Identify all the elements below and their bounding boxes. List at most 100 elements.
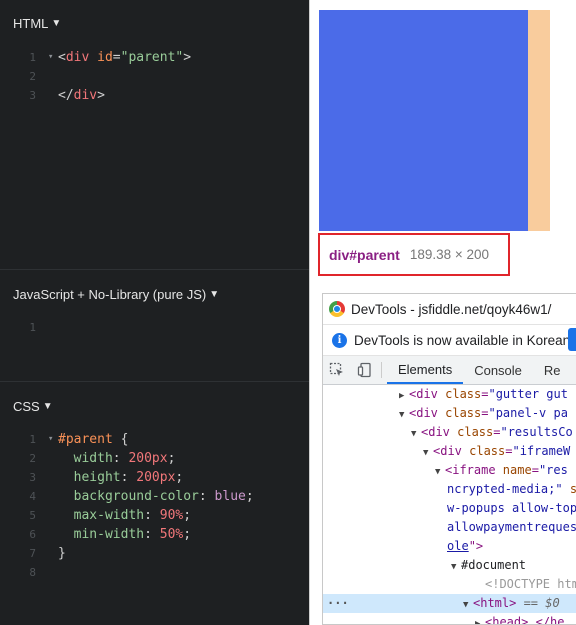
devtools-window: DevTools - jsfiddle.net/qoyk46w1/ i DevT… — [322, 293, 576, 625]
devtools-infobar: i DevTools is now available in Korean! — [323, 325, 576, 356]
js-panel-header[interactable]: JavaScript + No-Library (pure JS) ▼ — [13, 287, 219, 303]
dom-token: s — [562, 482, 576, 496]
devtools-titlebar[interactable]: DevTools - jsfiddle.net/qoyk46w1/ — [323, 294, 576, 325]
dom-token: <html> — [473, 596, 517, 610]
js-panel-title: JavaScript + No-Library (pure JS) — [13, 287, 207, 302]
code-token: id — [97, 50, 113, 65]
html-panel-header[interactable]: HTML ▼ — [13, 16, 61, 32]
code-token: ; — [175, 470, 184, 485]
code-line[interactable]: 1 — [0, 318, 309, 337]
js-code-editor[interactable]: 1 — [0, 318, 309, 337]
dom-node[interactable]: w-popups allow-top — [323, 499, 576, 518]
code-line[interactable]: 7} — [0, 544, 309, 563]
line-number: 1 — [29, 51, 36, 64]
dom-node[interactable]: ▼ <div class="iframeW — [323, 442, 576, 461]
dom-node[interactable]: ▼ <div class="panel-v pa — [323, 404, 576, 423]
html-panel-title: HTML — [13, 16, 49, 31]
line-number: 6 — [29, 528, 36, 541]
line-number: 3 — [29, 89, 36, 102]
css-code-editor[interactable]: 1 ▾ #parent {2 width: 200px; 3 height: 200p… — [0, 430, 309, 582]
html-code-editor[interactable]: 1 ▾ < div id = "parent" >2 3 </div > — [0, 48, 309, 105]
code-token: </ — [58, 88, 74, 103]
dom-token: <!DOCTYPE htm — [485, 577, 576, 591]
dom-node[interactable]: <!DOCTYPE htm — [323, 575, 576, 594]
code-line[interactable]: 3 </div > — [0, 86, 309, 105]
dom-node[interactable]: ▼ #document — [323, 556, 576, 575]
tooltip-size: 189.38 × 200 — [409, 247, 490, 262]
infobar-action-button[interactable] — [568, 328, 576, 351]
dom-token: "gutter gut — [488, 387, 568, 401]
dom-node[interactable]: allowpaymentreques — [323, 518, 576, 537]
code-line[interactable]: 4 background-color: blue; — [0, 487, 309, 506]
line-number: 8 — [29, 566, 36, 579]
expand-right-icon[interactable]: ▶ — [475, 615, 485, 624]
elements-dom-tree[interactable]: ▶ <div class="gutter gut ▼ <div class="pane… — [323, 385, 576, 625]
element-inspect-tooltip: div#parent 189.38 × 200 — [318, 233, 510, 276]
code-token: blue — [214, 489, 246, 504]
dom-token: "iframeW — [512, 444, 571, 458]
line-number: 1 — [29, 433, 36, 446]
code-line[interactable]: 1 ▾ < div id = "parent" > — [0, 48, 309, 67]
code-token: ; — [183, 527, 192, 542]
code-token: 50% — [159, 527, 184, 542]
code-token: : — [112, 451, 129, 466]
code-token: : — [144, 508, 160, 523]
caret-down-icon[interactable]: ▼ — [43, 399, 53, 415]
code-token: min-width — [73, 527, 145, 542]
css-panel-header[interactable]: CSS ▼ — [13, 399, 53, 415]
tab-recorder[interactable]: Re — [533, 356, 572, 384]
dom-token: class — [445, 387, 482, 401]
code-line[interactable]: 8 — [0, 563, 309, 582]
dom-node[interactable]: ▶ <div class="gutter gut — [323, 385, 576, 404]
fold-arrow-icon[interactable]: ▾ — [48, 430, 58, 449]
code-line[interactable]: 2 — [0, 67, 309, 86]
dom-node-selected[interactable]: ··· ▼ <html> == $0 — [323, 594, 576, 613]
line-number: 7 — [29, 547, 36, 560]
dom-node[interactable]: ▶ <head>…</he — [323, 613, 576, 625]
code-line[interactable]: 6 min-width: 50%; — [0, 525, 309, 544]
dom-node[interactable]: ole"> — [323, 537, 576, 556]
code-token: : — [144, 527, 160, 542]
css-panel-title: CSS — [13, 399, 40, 414]
code-token: ; — [245, 489, 254, 504]
parent-div-margin-overlay — [528, 10, 550, 231]
fold-gutter — [48, 67, 58, 86]
dom-token: <div — [421, 425, 458, 439]
dom-node[interactable]: ▼ <iframe name="res — [323, 461, 576, 480]
code-line[interactable]: 1 ▾ #parent { — [0, 430, 309, 449]
info-icon: i — [332, 332, 347, 348]
dom-token: ole — [447, 539, 469, 553]
css-panel: CSS ▼ 1 ▾ #parent {2 width: 200px; 3 height… — [0, 383, 309, 625]
parent-div-preview[interactable] — [319, 10, 528, 231]
more-dots-icon[interactable]: ··· — [327, 594, 349, 613]
caret-down-icon[interactable]: ▼ — [209, 287, 219, 303]
fold-gutter — [48, 544, 58, 563]
code-line[interactable]: 3 height: 200px; — [0, 468, 309, 487]
tab-console[interactable]: Console — [463, 356, 533, 384]
dom-token: … — [528, 615, 536, 625]
fold-gutter — [48, 525, 58, 544]
tooltip-selector: div#parent — [329, 246, 400, 263]
tab-elements[interactable]: Elements — [387, 356, 464, 384]
line-number: 1 — [29, 321, 36, 334]
device-toolbar-icon[interactable] — [351, 356, 379, 384]
html-panel: HTML ▼ 1 ▾ < div id = "parent" >2 3 </div > — [0, 0, 309, 270]
dom-node[interactable]: ▼ <div class="resultsCo — [323, 423, 576, 442]
dom-token: w-popups allow-top — [447, 501, 576, 515]
devtools-tabbar: Elements Console Re — [323, 356, 576, 385]
caret-down-icon[interactable]: ▼ — [51, 16, 61, 32]
dom-token: "resultsCo — [500, 425, 573, 439]
code-line[interactable]: 5 max-width: 90%; — [0, 506, 309, 525]
code-line[interactable]: 2 width: 200px; — [0, 449, 309, 468]
code-token: > — [183, 50, 192, 65]
fold-gutter — [48, 449, 58, 468]
fold-arrow-icon[interactable]: ▾ — [48, 48, 58, 67]
dom-token: </he — [535, 615, 565, 625]
dom-node[interactable]: ncrypted-media;" s — [323, 480, 576, 499]
infobar-message: DevTools is now available in Korean! — [354, 332, 574, 348]
fold-gutter — [48, 487, 58, 506]
inspect-element-icon[interactable] — [323, 356, 351, 384]
line-number: 2 — [29, 452, 36, 465]
